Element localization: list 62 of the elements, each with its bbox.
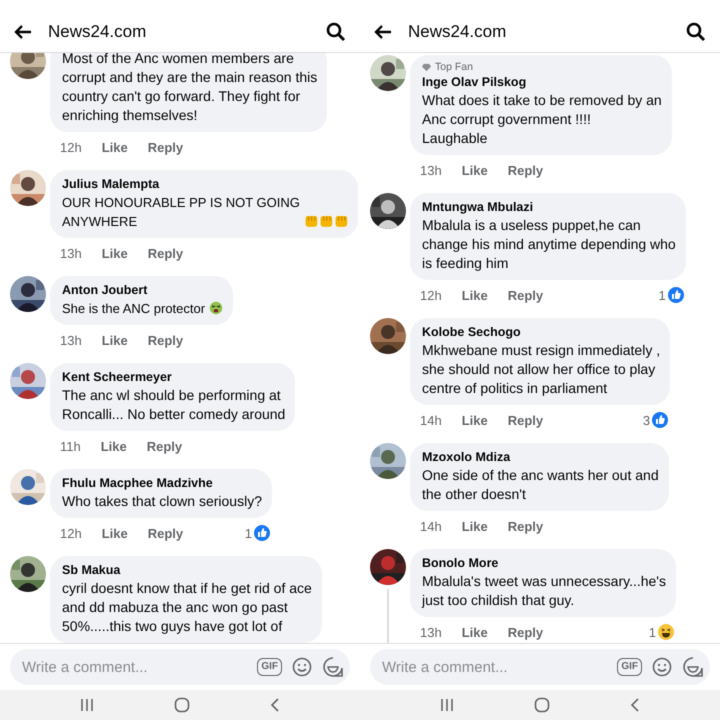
- reaction-count: 1: [244, 526, 252, 540]
- comment-text: The anc wl should be performing at Roncalli... No better comedy around: [62, 386, 286, 424]
- reaction-count: 1: [658, 288, 666, 302]
- comment-time: 13h: [60, 246, 82, 260]
- comment-time: 13h: [60, 332, 82, 348]
- comment-field[interactable]: Write a comment... GIF: [370, 649, 710, 685]
- comment-text: Who takes that clown seriously?: [62, 492, 262, 511]
- reply-link[interactable]: Reply: [508, 288, 544, 302]
- like-link[interactable]: Like: [102, 246, 128, 260]
- reaction-count: 3: [642, 412, 650, 428]
- comment-text: Mkhwebane must resign immediately , she should not allow her office to play centre of politics in parliament: [422, 341, 660, 398]
- reply-link[interactable]: Reply: [148, 246, 184, 260]
- reaction-count: 1: [648, 624, 656, 640]
- comment-time: 14h: [420, 518, 442, 534]
- comment-time: 11h: [60, 438, 81, 454]
- like-link[interactable]: Like: [102, 332, 128, 348]
- comment-text: She is the ANC protector: [62, 300, 206, 318]
- comment-text: One side of the anc wants her out and the other doesn't: [422, 466, 659, 504]
- reply-link[interactable]: Reply: [508, 624, 544, 640]
- gif-button[interactable]: GIF: [617, 658, 642, 676]
- like-link[interactable]: Like: [102, 140, 128, 154]
- comment-time: 13h: [420, 162, 442, 178]
- comment-text: Mbalula is a useless puppet,he can change his mind anytime depending who is feeding him: [422, 216, 676, 273]
- reply-link[interactable]: Reply: [148, 332, 184, 348]
- reply-link[interactable]: Reply: [148, 140, 184, 154]
- comment-text: What does it take to be removed by an Anc corrupt government !!!! Laughable: [422, 91, 662, 148]
- commenter-name[interactable]: Fhulu Macphee Madzivhe: [62, 475, 262, 492]
- commenter-name[interactable]: Kent Scheermeyer: [62, 369, 286, 386]
- reply-link[interactable]: Reply: [508, 412, 544, 428]
- commenter-name[interactable]: Anton Joubert: [62, 282, 224, 299]
- commenter-name[interactable]: Mzoxolo Mdiza: [422, 449, 659, 466]
- comment-time: 12h: [60, 140, 82, 154]
- comment-time: 14h: [420, 412, 442, 428]
- top-fan-label: Top Fan: [435, 61, 473, 74]
- reply-link[interactable]: Reply: [508, 518, 544, 534]
- reply-link[interactable]: Reply: [508, 162, 544, 178]
- like-link[interactable]: Like: [462, 288, 488, 302]
- comment-time: 12h: [60, 526, 82, 540]
- comment-time: 13h: [420, 624, 442, 640]
- like-link[interactable]: Like: [100, 438, 127, 454]
- like-link[interactable]: Like: [462, 624, 488, 640]
- page-title: News24.com: [408, 22, 508, 42]
- comment-time: 12h: [420, 288, 442, 302]
- commenter-name[interactable]: Julius Malempta: [62, 176, 348, 193]
- gif-button[interactable]: GIF: [257, 658, 282, 676]
- comment-text: OUR HONOURABLE PP IS NOT GOING ANYWHERE: [62, 194, 300, 231]
- reply-link[interactable]: Reply: [148, 526, 184, 540]
- comment-text: Mbalula's tweet was unnecessary...he's just too childish that guy.: [422, 572, 666, 610]
- reply-link[interactable]: Reply: [146, 438, 182, 454]
- commenter-name[interactable]: Sb Makua: [62, 562, 312, 579]
- commenter-name[interactable]: Bonolo More: [422, 555, 666, 572]
- commenter-name[interactable]: Inge Olav Pilskog: [422, 74, 662, 91]
- like-link[interactable]: Like: [462, 412, 488, 428]
- page-title: News24.com: [48, 22, 148, 42]
- comment-text: cyril doesnt know that if he get rid of ace and dd mabuza the anc won go past 50%.....this two guys have got lot of: [62, 579, 312, 636]
- commenter-name[interactable]: Mntungwa Mbulazi: [422, 199, 676, 216]
- like-link[interactable]: Like: [102, 526, 128, 540]
- comment-field[interactable]: Write a comment... GIF: [10, 649, 350, 685]
- like-link[interactable]: Like: [462, 518, 488, 534]
- like-link[interactable]: Like: [462, 162, 488, 178]
- commenter-name[interactable]: Kolobe Sechogo: [422, 324, 660, 341]
- comment-text: Most of the Anc women members are corrupt and they are the main reason this country can't go forward. They fight for enriching themselves!: [62, 53, 318, 125]
